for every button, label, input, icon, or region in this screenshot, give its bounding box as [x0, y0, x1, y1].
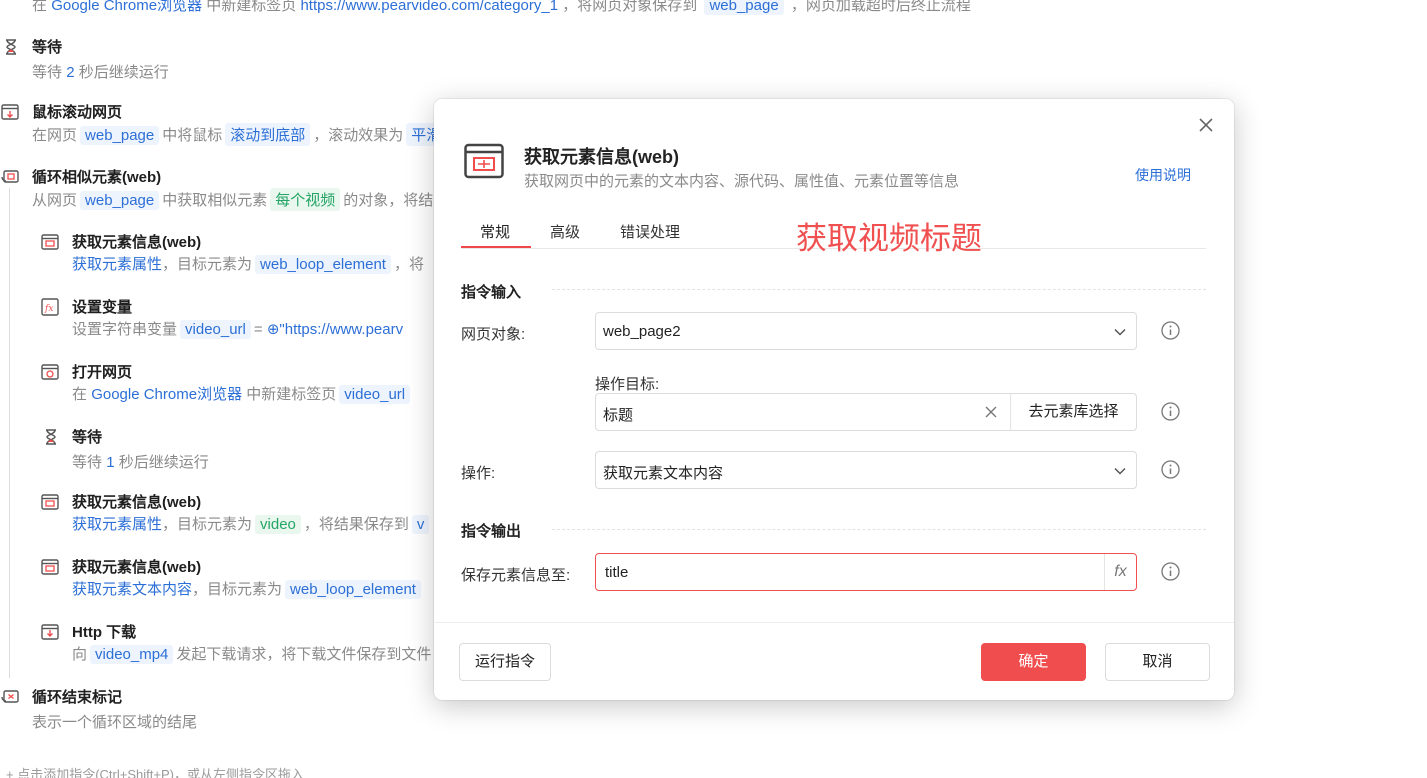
web-element-icon: [41, 234, 59, 250]
dialog-subtitle: 获取网页中的元素的文本内容、源代码、属性值、元素位置等信息: [524, 173, 960, 190]
chevron-down-icon: [1114, 467, 1126, 475]
tab-error-handling[interactable]: 错误处理: [620, 221, 680, 242]
loop-guide-line: [9, 188, 10, 678]
step-desc: 等待 2 秒后继续运行: [32, 64, 169, 81]
hourglass-icon: [6, 39, 16, 55]
operation-select-value: 获取元素文本内容: [603, 465, 724, 482]
loop-icon: [1, 170, 19, 183]
step-title: 设置变量: [72, 299, 133, 316]
section-divider: [552, 529, 1206, 530]
svg-text:fx: fx: [44, 304, 53, 314]
target-value: 标题: [603, 407, 634, 424]
target-field[interactable]: 标题 去元素库选择: [595, 393, 1137, 431]
save-variable-value: title: [605, 564, 629, 581]
info-icon[interactable]: [1161, 460, 1180, 479]
step-desc: 获取元素属性，目标元素为 web_loop_element ，将: [72, 255, 424, 274]
tab-general[interactable]: 常规: [480, 221, 510, 242]
step-title: 获取元素信息(web): [72, 234, 202, 251]
step-desc: 在 Google Chrome浏览器 中新建标签页 https://www.pe…: [32, 0, 971, 15]
step-desc: 表示一个循环区域的结尾: [32, 714, 198, 731]
webpage-select-value: web_page2: [603, 323, 681, 340]
info-icon[interactable]: [1161, 321, 1180, 340]
step-desc: 获取元素文本内容，目标元素为 web_loop_element: [72, 578, 424, 599]
step-title: Http 下载: [72, 624, 137, 641]
step-title: 等待: [72, 429, 103, 446]
annotation-text: 获取视频标题: [796, 221, 982, 257]
active-tab-indicator: [461, 246, 531, 248]
save-to-label: 保存元素信息至:: [461, 567, 571, 584]
clear-icon[interactable]: [984, 405, 998, 419]
step-desc: 设置字符串变量 video_url = ⊕"https://www.pearv: [72, 320, 404, 339]
plus-icon: +: [6, 767, 18, 778]
close-icon[interactable]: [1196, 115, 1216, 135]
open-page-icon: [41, 364, 59, 380]
download-icon: [41, 624, 59, 640]
get-element-info-dialog: 获取元素信息(web) 获取网页中的元素的文本内容、源代码、属性值、元素位置等信…: [434, 99, 1234, 700]
webpage-select[interactable]: web_page2: [595, 312, 1137, 350]
info-icon[interactable]: [1161, 562, 1180, 581]
webpage-label: 网页对象:: [461, 326, 526, 343]
step-desc: 获取元素属性，目标元素为 video ，将结果保存到 v: [72, 513, 432, 534]
section-divider: [552, 289, 1206, 290]
operation-label: 操作:: [461, 465, 496, 482]
operation-select[interactable]: 获取元素文本内容: [595, 451, 1137, 489]
web-element-icon: [41, 559, 59, 575]
web-element-icon: [464, 143, 504, 179]
step-desc: 向 video_mp4 发起下载请求，将下载文件保存到文件: [72, 645, 432, 664]
step-desc: 等待 1 秒后继续运行: [72, 454, 209, 471]
step-title: 循环结束标记: [32, 689, 123, 706]
element-library-button[interactable]: 去元素库选择: [1010, 394, 1136, 430]
step-title: 打开网页: [72, 364, 133, 381]
step-desc: 从网页 web_page 中获取相似元素 每个视频 的对象，将结: [32, 188, 433, 211]
step-desc: 在 Google Chrome浏览器 中新建标签页 video_url: [72, 383, 413, 404]
step-title: 等待: [32, 39, 63, 56]
concat-icon: ⊕: [266, 321, 280, 338]
add-command-hint[interactable]: + 点击添加指令(Ctrl+Shift+P)，或从左侧指令区拖入: [6, 764, 304, 778]
hourglass-icon: [46, 429, 56, 445]
dialog-title: 获取元素信息(web): [524, 147, 679, 167]
chevron-down-icon: [1114, 328, 1126, 336]
step-desc: 在网页 web_page 中将鼠标 滚动到底部 ，滚动效果为 平滑: [32, 123, 449, 146]
step-title: 循环相似元素(web): [32, 169, 162, 186]
scroll-page-icon: [1, 104, 19, 120]
footer-divider: [434, 622, 1234, 623]
confirm-button[interactable]: 确定: [981, 643, 1086, 681]
target-label: 操作目标:: [595, 376, 660, 393]
tab-advanced[interactable]: 高级: [550, 221, 580, 242]
web-element-icon: [41, 494, 59, 510]
fx-icon[interactable]: fx: [1104, 554, 1136, 590]
info-icon[interactable]: [1161, 402, 1180, 421]
run-command-button[interactable]: 运行指令: [459, 643, 551, 681]
loop-end-icon: [1, 690, 19, 703]
variable-icon: fx: [41, 298, 59, 316]
cancel-button[interactable]: 取消: [1105, 643, 1210, 681]
help-link[interactable]: 使用说明: [1135, 165, 1191, 185]
save-variable-input[interactable]: title fx: [595, 553, 1137, 591]
section-output-title: 指令输出: [461, 523, 522, 540]
step-title: 获取元素信息(web): [72, 559, 202, 576]
step-title: 鼠标滚动网页: [32, 104, 123, 121]
section-input-title: 指令输入: [461, 284, 522, 301]
step-title: 获取元素信息(web): [72, 494, 202, 511]
